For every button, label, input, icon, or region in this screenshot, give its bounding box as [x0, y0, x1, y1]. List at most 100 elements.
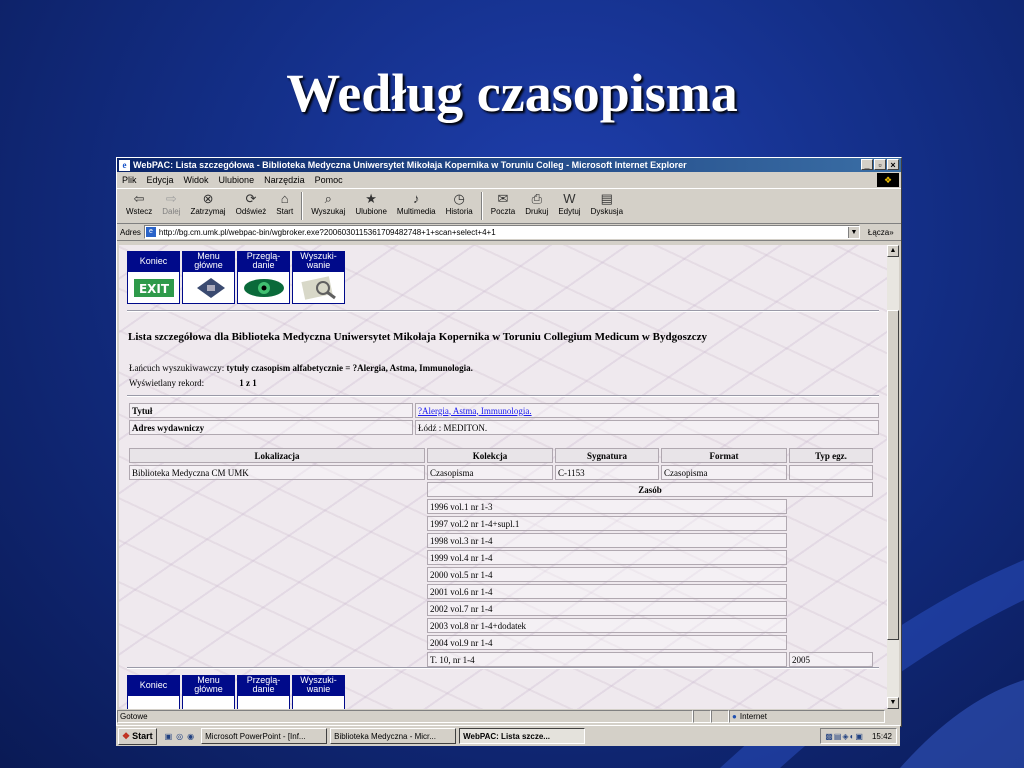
- refresh-button[interactable]: ⟳ Odśwież: [236, 191, 267, 216]
- divider: [127, 667, 879, 669]
- history-button[interactable]: ◷ Historia: [446, 191, 473, 216]
- print-icon: ⎙: [531, 191, 542, 206]
- favorites-button[interactable]: ★ Ulubione: [355, 191, 387, 216]
- menu-icon: [182, 695, 235, 709]
- menu-view[interactable]: Widok: [184, 175, 209, 185]
- favorites-icon: ★: [365, 191, 377, 206]
- table-row: Biblioteka Medyczna CM UMK Czasopisma C-…: [129, 465, 873, 480]
- scroll-down-icon[interactable]: ▼: [887, 697, 899, 709]
- record-label: Wyświetlany rekord:: [129, 378, 205, 388]
- window-titlebar[interactable]: e WebPAC: Lista szczegółowa - Biblioteka…: [117, 158, 901, 172]
- back-button[interactable]: ⇦ Wstecz: [126, 191, 152, 216]
- search-chain: Łańcuch wyszukiwawczy: tytuły czasopism …: [129, 363, 473, 373]
- taskbar-item-library[interactable]: Biblioteka Medyczna - Micr...: [330, 728, 457, 744]
- maximize-button[interactable]: ▫: [874, 159, 886, 170]
- cell-signature: C-1153: [555, 465, 659, 480]
- menu-help[interactable]: Pomoc: [315, 175, 343, 185]
- cell-format: Czasopisma: [661, 465, 787, 480]
- status-text-cell: Gotowe: [117, 710, 693, 723]
- zasob-year: 2005: [789, 652, 873, 667]
- zasob-item: 1997 vol.2 nr 1-4+supl.1: [427, 516, 787, 531]
- address-input[interactable]: e http://bg.cm.umk.pl/webpac-bin/wgbroke…: [143, 225, 860, 239]
- search-icon: ⌕: [324, 191, 332, 206]
- ie-logo-icon: e: [119, 159, 130, 171]
- zasob-item: 1996 vol.1 nr 1-3: [427, 499, 787, 514]
- back-arrow-icon: ⇦: [133, 191, 145, 206]
- title-link[interactable]: ?Alergia, Astma, Immunologia.: [418, 406, 532, 416]
- toolbar: ⇦ Wstecz ⇨ Dalej ⊗ Zatrzymaj ⟳ Odśwież ⌂ Star…: [117, 189, 901, 224]
- zasob-item: T. 10, nr 1-4: [427, 652, 787, 667]
- table-row: T. 10, nr 1-4 2005: [129, 652, 873, 667]
- menu-favorites[interactable]: Ulubione: [219, 175, 255, 185]
- menu-file[interactable]: Plik: [122, 175, 137, 185]
- nav-exit-button[interactable]: Koniec EXIT: [127, 251, 180, 304]
- table-row: 1998 vol.3 nr 1-4: [129, 533, 873, 548]
- toolbar-separator: [480, 192, 483, 220]
- links-button[interactable]: Łącza: [868, 228, 889, 237]
- slide-title: Według czasopisma: [286, 63, 738, 123]
- cell-collection: Czasopisma: [427, 465, 553, 480]
- home-button[interactable]: ⌂ Start: [276, 191, 293, 216]
- discuss-button[interactable]: ▤ Dyskusja: [591, 191, 623, 216]
- table-row: Adres wydawniczy Łódź : MEDITON.: [129, 420, 879, 435]
- search-chain-label: Łańcuch wyszukiwawczy:: [129, 363, 225, 373]
- taskbar-item-powerpoint[interactable]: Microsoft PowerPoint - [Inf...: [201, 728, 328, 744]
- cell-type: [789, 465, 873, 480]
- scroll-thumb[interactable]: [887, 310, 899, 640]
- page-heading: Lista szczegółowa dla Biblioteka Medyczn…: [128, 331, 708, 343]
- start-button[interactable]: ❖ Start: [118, 727, 157, 745]
- record-count: Wyświetlany rekord: 1 z 1: [129, 378, 257, 388]
- zasob-item: 2002 vol.7 nr 1-4: [427, 601, 787, 616]
- browser-window: e WebPAC: Lista szczegółowa - Biblioteka…: [116, 157, 902, 727]
- table-row: 2001 vol.6 nr 1-4: [129, 584, 873, 599]
- address-label: Adres: [120, 227, 141, 237]
- forward-button[interactable]: ⇨ Dalej: [162, 191, 180, 216]
- detail-value: ?Alergia, Astma, Immunologia.: [415, 403, 879, 418]
- zasob-item: 2000 vol.5 nr 1-4: [427, 567, 787, 582]
- quicklaunch-icons[interactable]: ▣◎◉: [165, 732, 199, 741]
- search-button[interactable]: ⌕ Wyszukaj: [311, 191, 345, 216]
- multimedia-button[interactable]: ♪ Multimedia: [397, 191, 436, 216]
- minimize-button[interactable]: _: [861, 159, 873, 170]
- menu-tools[interactable]: Narzędzia: [264, 175, 305, 185]
- nav-menu-button[interactable]: Menu główne: [182, 251, 235, 304]
- zasob-item: 1998 vol.3 nr 1-4: [427, 533, 787, 548]
- eye-icon: [237, 695, 290, 709]
- forward-arrow-icon: ⇨: [165, 191, 177, 206]
- edit-icon: W: [563, 191, 576, 206]
- print-button[interactable]: ⎙ Drukuj: [525, 191, 548, 216]
- stop-button[interactable]: ⊗ Zatrzymaj: [190, 191, 225, 216]
- zasob-item: 2003 vol.8 nr 1-4+dodatek: [427, 618, 787, 633]
- table-row: 1999 vol.4 nr 1-4: [129, 550, 873, 565]
- menu-edit[interactable]: Edycja: [147, 175, 174, 185]
- col-header: Sygnatura: [555, 448, 659, 463]
- table-row: 2002 vol.7 nr 1-4: [129, 601, 873, 616]
- links-more-icon[interactable]: »: [889, 228, 893, 237]
- divider: [127, 310, 879, 312]
- record-value: 1 z 1: [239, 378, 257, 388]
- holdings-table: Lokalizacja Kolekcja Sygnatura Format Ty…: [127, 446, 875, 669]
- mail-button[interactable]: ✉ Poczta: [491, 191, 515, 216]
- tray-icons[interactable]: ▩▤◈◐▣: [825, 732, 864, 741]
- nav-menu-button[interactable]: Menu główne: [182, 675, 235, 709]
- chevron-down-icon[interactable]: ▼: [847, 226, 859, 238]
- edit-button[interactable]: W Edytuj: [558, 191, 580, 216]
- nav-exit-button[interactable]: Koniec: [127, 675, 180, 709]
- nav-browse-button[interactable]: Przeglą- danie: [237, 675, 290, 709]
- exit-icon: [127, 695, 180, 709]
- system-tray: ▩▤◈◐▣ 15:42: [820, 728, 897, 744]
- table-row: 1996 vol.1 nr 1-3: [129, 499, 873, 514]
- vertical-scrollbar[interactable]: ▲ ▼: [887, 245, 899, 709]
- page-icon: e: [145, 227, 156, 237]
- nav-search-button[interactable]: Wyszuki- wanie: [292, 675, 345, 709]
- address-url: http://bg.cm.umk.pl/webpac-bin/wgbroker.…: [158, 227, 496, 237]
- nav-browse-button[interactable]: Przeglą- danie: [237, 251, 290, 304]
- zasob-item: 1999 vol.4 nr 1-4: [427, 550, 787, 565]
- close-button[interactable]: ×: [887, 159, 899, 170]
- taskbar-item-webpac[interactable]: WebPAC: Lista szcze...: [459, 728, 586, 744]
- stop-icon: ⊗: [202, 191, 214, 206]
- scroll-up-icon[interactable]: ▲: [887, 245, 899, 257]
- toolbar-separator: [301, 192, 304, 220]
- nav-search-button[interactable]: Wyszuki- wanie: [292, 251, 345, 304]
- zone-cell: ● Internet: [729, 710, 885, 723]
